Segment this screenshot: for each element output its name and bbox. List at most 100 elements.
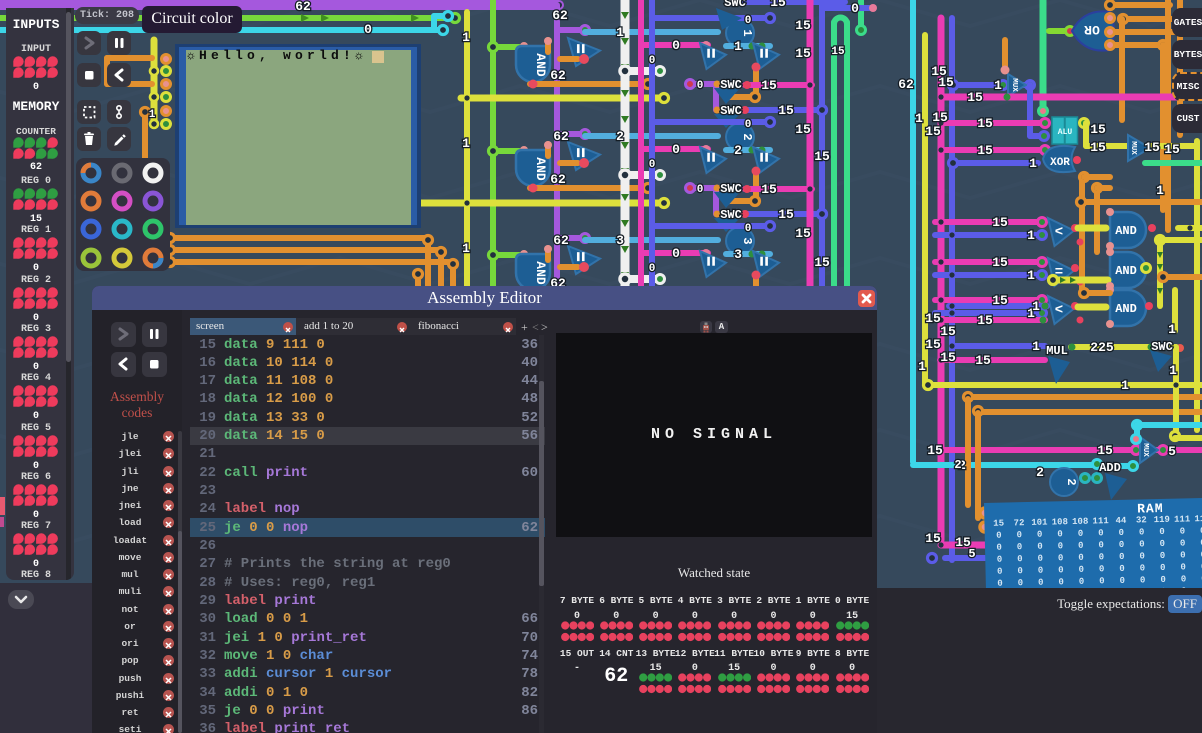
svg-text:MUX: MUX: [1141, 443, 1149, 457]
svg-text:62: 62: [552, 8, 568, 23]
svg-text:62: 62: [553, 129, 569, 144]
svg-text:15: 15: [831, 46, 845, 58]
svg-text:15: 15: [761, 78, 777, 93]
svg-text:0: 0: [649, 263, 656, 275]
svg-text:ADD: ADD: [1099, 461, 1121, 475]
svg-text:15: 15: [977, 313, 993, 328]
svg-text:SWC: SWC: [720, 78, 742, 92]
svg-text:0: 0: [672, 246, 680, 261]
svg-text:15: 15: [967, 90, 983, 105]
svg-text:15: 15: [1090, 140, 1106, 155]
svg-text:2: 2: [734, 143, 742, 158]
svg-text:1: 1: [1027, 268, 1035, 283]
svg-text:MUX: MUX: [1129, 141, 1137, 155]
svg-text:1: 1: [1156, 183, 1164, 198]
svg-text:1: 1: [734, 39, 742, 54]
svg-text:15: 15: [1090, 122, 1106, 137]
svg-text:0: 0: [364, 22, 372, 37]
svg-text:15: 15: [938, 75, 954, 90]
svg-text:1: 1: [994, 78, 1002, 93]
svg-text:5: 5: [968, 547, 975, 561]
svg-text:0: 0: [745, 15, 752, 27]
svg-text:1: 1: [462, 241, 470, 256]
svg-text:15: 15: [992, 215, 1008, 230]
svg-text:62: 62: [295, 0, 311, 14]
svg-text:1: 1: [1032, 339, 1040, 354]
svg-text:15: 15: [1144, 140, 1160, 155]
svg-text:62: 62: [550, 172, 566, 187]
svg-text:15: 15: [795, 18, 811, 33]
svg-text:15: 15: [977, 116, 993, 131]
svg-text:15: 15: [814, 149, 830, 164]
svg-text:<: <: [1055, 302, 1063, 318]
svg-text:15: 15: [925, 531, 941, 546]
svg-text:15: 15: [1164, 142, 1180, 157]
svg-text:15: 15: [795, 46, 811, 61]
svg-text:AND: AND: [1115, 302, 1137, 316]
svg-text:1: 1: [149, 109, 156, 121]
svg-text:15: 15: [940, 350, 956, 365]
svg-text:0: 0: [672, 38, 680, 53]
svg-text:1: 1: [462, 136, 470, 151]
svg-text:62: 62: [898, 77, 914, 92]
svg-text:15: 15: [778, 103, 794, 118]
svg-text:15: 15: [925, 311, 941, 326]
svg-text:SWC: SWC: [720, 182, 742, 196]
svg-text:15: 15: [940, 324, 956, 339]
svg-text:AND: AND: [1115, 264, 1137, 278]
svg-text:AND: AND: [533, 261, 548, 285]
svg-text:15: 15: [795, 226, 811, 241]
svg-text:SWC: SWC: [1151, 340, 1173, 354]
svg-text:0: 0: [649, 159, 656, 171]
svg-text:ALU: ALU: [1058, 128, 1073, 137]
svg-text:0: 0: [697, 184, 704, 196]
svg-text:62: 62: [553, 233, 569, 248]
svg-text:1: 1: [616, 25, 624, 40]
svg-text:3: 3: [740, 237, 754, 244]
svg-text:15: 15: [1097, 443, 1113, 458]
svg-text:1: 1: [462, 30, 470, 45]
svg-text:2: 2: [1036, 465, 1044, 480]
svg-text:0: 0: [745, 223, 752, 235]
svg-text:1: 1: [1169, 363, 1177, 378]
svg-text:5: 5: [1168, 444, 1176, 459]
svg-text:1: 1: [1027, 228, 1035, 243]
svg-text:15: 15: [925, 124, 941, 139]
svg-text:<: <: [1055, 224, 1063, 240]
svg-text:0: 0: [649, 55, 656, 67]
svg-text:15: 15: [992, 293, 1008, 308]
svg-text:15: 15: [992, 255, 1008, 270]
svg-text:2: 2: [954, 458, 961, 472]
svg-text:225: 225: [1090, 340, 1114, 355]
svg-text:0: 0: [697, 80, 704, 92]
svg-text:1: 1: [1121, 378, 1129, 393]
svg-text:62: 62: [550, 68, 566, 83]
svg-text:OR: OR: [1084, 22, 1100, 37]
svg-text:1: 1: [1029, 156, 1037, 171]
svg-text:3: 3: [616, 233, 624, 248]
svg-text:=: =: [1055, 264, 1063, 280]
svg-text:3: 3: [734, 247, 742, 262]
svg-text:15: 15: [761, 182, 777, 197]
svg-text:15: 15: [814, 255, 830, 270]
svg-text:1: 1: [1032, 299, 1040, 314]
svg-text:2: 2: [740, 133, 754, 140]
svg-text:0: 0: [745, 119, 752, 131]
svg-text:AND: AND: [533, 53, 548, 77]
svg-text:MUX: MUX: [1010, 78, 1018, 92]
svg-text:0: 0: [851, 1, 859, 16]
svg-text:15: 15: [778, 207, 794, 222]
svg-text:AND: AND: [533, 157, 548, 181]
svg-text:2: 2: [616, 129, 624, 144]
svg-text:15: 15: [925, 337, 941, 352]
svg-text:SWC: SWC: [720, 104, 742, 118]
svg-text:2: 2: [1064, 478, 1078, 485]
svg-text:1: 1: [918, 359, 926, 374]
svg-text:15: 15: [975, 353, 991, 368]
svg-text:0: 0: [672, 142, 680, 157]
svg-text:SWC: SWC: [724, 0, 746, 10]
svg-text:1: 1: [915, 111, 923, 126]
svg-text:XOR: XOR: [1050, 157, 1070, 169]
svg-text:15: 15: [977, 143, 993, 158]
svg-text:15: 15: [770, 0, 786, 10]
